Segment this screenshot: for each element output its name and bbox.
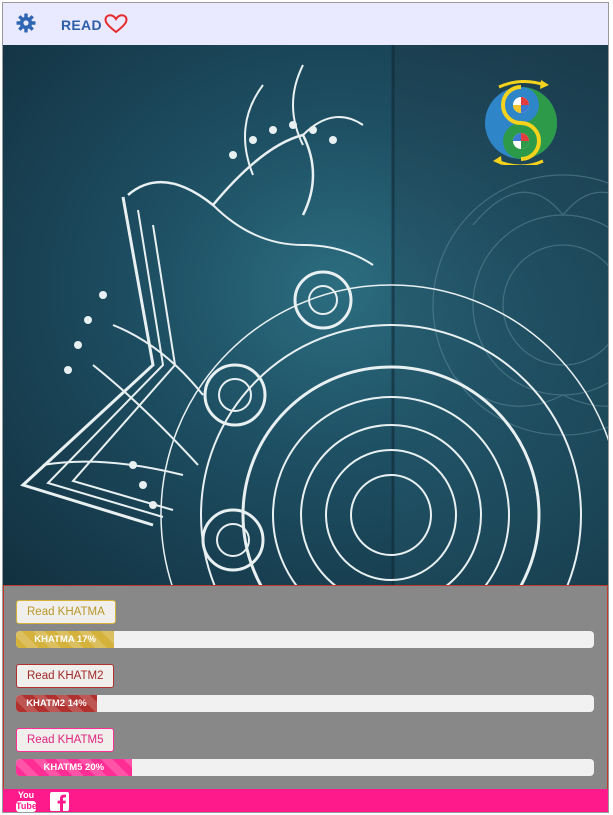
yin-yang-logo bbox=[481, 79, 561, 165]
app-frame: READ Read KHATMA KHATMA 17% Read KHATM2 … bbox=[2, 2, 609, 813]
youtube-icon[interactable]: You Tube bbox=[16, 790, 37, 812]
khatma-progress-fill: KHATMA 17% bbox=[16, 631, 115, 648]
heart-icon bbox=[104, 13, 128, 37]
gear-icon[interactable] bbox=[15, 12, 37, 34]
khatma-panel: Read KHATMA KHATMA 17% Read KHATM2 KHATM2 1… bbox=[3, 585, 608, 790]
youtube-label-top: You bbox=[17, 790, 35, 800]
read-label: READ bbox=[61, 17, 102, 33]
youtube-label-bottom: Tube bbox=[16, 801, 37, 812]
read-link[interactable]: READ bbox=[61, 13, 128, 37]
read-khatma-button[interactable]: Read KHATM2 bbox=[16, 664, 115, 688]
khatma-progress-bar: KHATM2 14% bbox=[16, 695, 594, 712]
top-bar: READ bbox=[3, 3, 608, 45]
hero-mandala-image bbox=[3, 45, 608, 587]
khatma-progress-fill: KHATM5 20% bbox=[16, 759, 132, 776]
khatma-progress-bar: KHATM5 20% bbox=[16, 759, 594, 776]
khatma-progress-bar: KHATMA 17% bbox=[16, 631, 594, 648]
read-khatma-button[interactable]: Read KHATM5 bbox=[16, 728, 115, 752]
facebook-icon[interactable] bbox=[50, 792, 69, 811]
read-khatma-button[interactable]: Read KHATMA bbox=[16, 600, 116, 624]
khatma-progress-fill: KHATM2 14% bbox=[16, 695, 97, 712]
footer-bar: You Tube bbox=[3, 789, 608, 812]
